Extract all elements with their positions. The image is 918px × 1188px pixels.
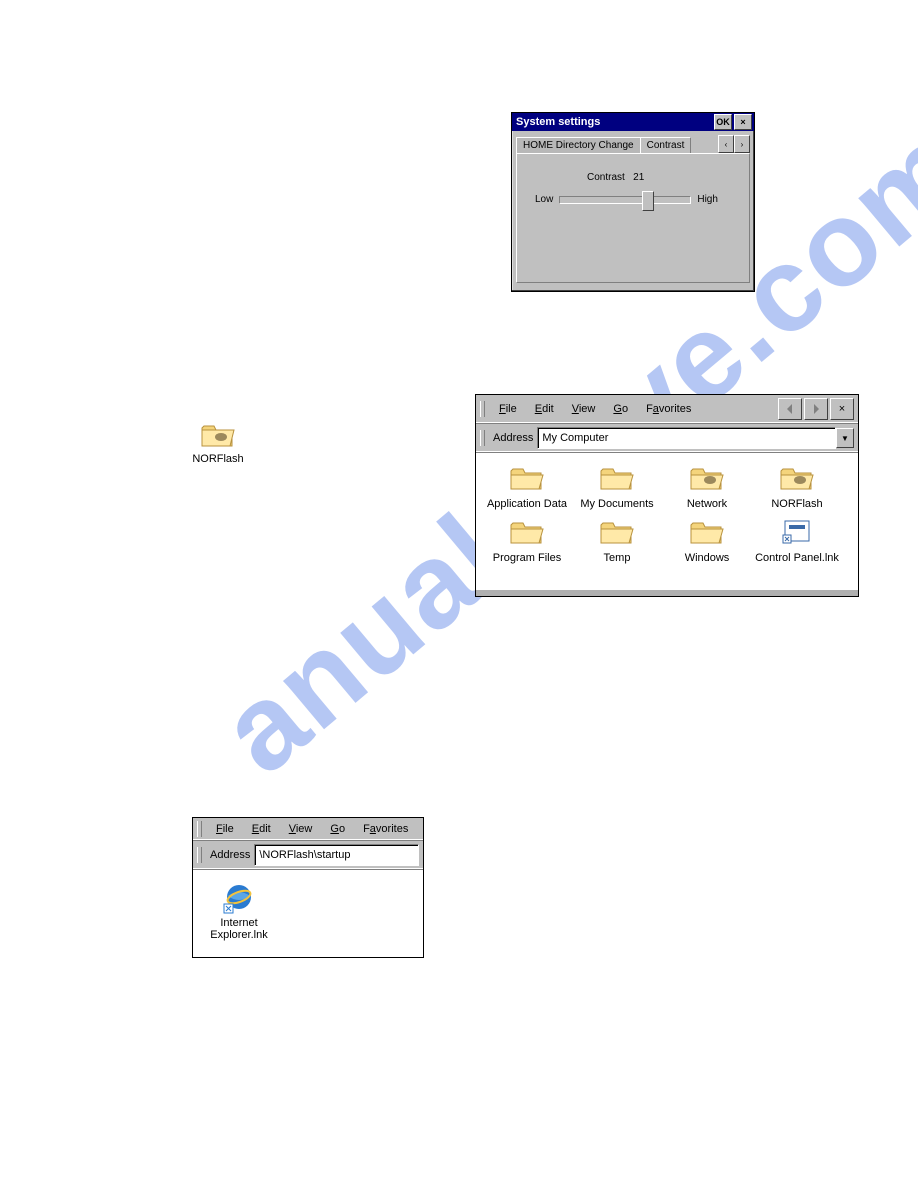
folder-open-icon (689, 517, 725, 547)
address-bar: Address \NORFlash\startup (193, 841, 423, 870)
slider-high-label: High (697, 194, 718, 205)
menu-go[interactable]: Go (605, 401, 636, 417)
arrow-left-icon (783, 402, 797, 416)
item-label: NORFlash (752, 498, 842, 511)
desktop-icon-norflash[interactable]: NORFlash (183, 420, 253, 465)
menu-file[interactable]: File (491, 401, 525, 417)
address-label: Address (489, 432, 537, 444)
contrast-readout: Contrast 21 (587, 172, 644, 183)
internet-explorer-icon (222, 880, 256, 914)
item-label: Windows (662, 552, 752, 565)
contrast-label-text: Contrast (587, 172, 625, 183)
file-pane: Internet Explorer.lnk (193, 870, 423, 957)
menu-view[interactable]: View (564, 401, 604, 417)
menu-edit[interactable]: Edit (527, 401, 562, 417)
toolbar-grip-icon[interactable] (480, 430, 485, 446)
system-settings-dialog: System settings OK × HOME Directory Chan… (511, 112, 755, 292)
address-field[interactable]: My Computer (537, 427, 836, 449)
menu-go[interactable]: Go (322, 821, 353, 837)
item-network[interactable]: Network (662, 463, 752, 511)
tab-strip: HOME Directory Change Contrast ‹ › (516, 135, 750, 153)
toolbar-grip-icon[interactable] (197, 821, 202, 837)
menubar: File Edit View Go Favorites × (476, 395, 858, 424)
contrast-slider: Low High (535, 194, 718, 205)
item-label: Application Data (482, 498, 572, 511)
address-field[interactable]: \NORFlash\startup (254, 844, 419, 866)
slider-track[interactable] (559, 196, 691, 204)
item-internet-explorer[interactable]: Internet Explorer.lnk (199, 880, 279, 941)
item-label: Control Panel.lnk (752, 552, 842, 565)
explorer-window-my-computer: File Edit View Go Favorites × Address My… (475, 394, 859, 597)
item-my-documents[interactable]: My Documents (572, 463, 662, 511)
tab-scroll-right-button[interactable]: › (734, 135, 750, 153)
contrast-value: 21 (633, 172, 644, 183)
slider-low-label: Low (535, 194, 553, 205)
toolbar-grip-icon[interactable] (480, 401, 485, 417)
menu-edit[interactable]: Edit (244, 821, 279, 837)
item-label: My Documents (572, 498, 662, 511)
address-dropdown-button[interactable]: ▼ (836, 428, 854, 448)
menu-favorites[interactable]: Favorites (355, 821, 416, 837)
item-program-files[interactable]: Program Files (482, 517, 572, 565)
explorer-window-startup: File Edit View Go Favorites Address \NOR… (192, 817, 424, 958)
nav-forward-button[interactable] (804, 398, 828, 420)
folder-open-icon (599, 463, 635, 493)
close-button[interactable]: × (734, 114, 752, 130)
folder-open-icon (509, 463, 545, 493)
menu-view[interactable]: View (281, 821, 321, 837)
menu-favorites[interactable]: Favorites (638, 401, 699, 417)
menu-file[interactable]: File (208, 821, 242, 837)
control-panel-icon (779, 517, 815, 547)
item-windows[interactable]: Windows (662, 517, 752, 565)
tab-home-directory[interactable]: HOME Directory Change (516, 137, 641, 153)
folder-hand-icon (200, 420, 236, 450)
address-label: Address (206, 849, 254, 861)
nav-back-button[interactable] (778, 398, 802, 420)
arrow-right-icon (809, 402, 823, 416)
address-bar: Address My Computer ▼ (476, 424, 858, 453)
item-application-data[interactable]: Application Data (482, 463, 572, 511)
toolbar-grip-icon[interactable] (197, 847, 202, 863)
tab-contrast[interactable]: Contrast (640, 137, 692, 153)
desktop-icon-label: NORFlash (183, 453, 253, 465)
slider-thumb[interactable] (642, 191, 654, 211)
folder-open-icon (509, 517, 545, 547)
tab-panel-contrast: Contrast 21 Low High (516, 153, 750, 283)
item-label: Program Files (482, 552, 572, 565)
item-control-panel[interactable]: Control Panel.lnk (752, 517, 842, 565)
ok-button[interactable]: OK (714, 114, 732, 130)
folder-hand-icon (779, 463, 815, 493)
folder-hand-icon (689, 463, 725, 493)
item-label: Internet Explorer.lnk (199, 917, 279, 941)
item-label: Temp (572, 552, 662, 565)
folder-open-icon (599, 517, 635, 547)
item-label: Network (662, 498, 752, 511)
dialog-title: System settings (514, 116, 712, 128)
window-close-button[interactable]: × (830, 398, 854, 420)
item-norflash[interactable]: NORFlash (752, 463, 842, 511)
item-temp[interactable]: Temp (572, 517, 662, 565)
tab-scroll-left-button[interactable]: ‹ (718, 135, 734, 153)
menubar: File Edit View Go Favorites (193, 818, 423, 841)
dialog-titlebar[interactable]: System settings OK × (512, 113, 754, 131)
file-pane: Application Data My Documents Network NO… (476, 453, 858, 596)
